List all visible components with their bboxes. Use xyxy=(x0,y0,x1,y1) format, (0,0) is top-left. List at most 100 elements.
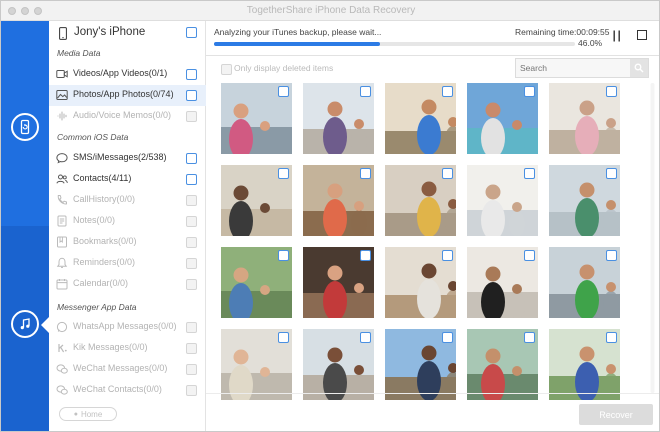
sidebar-item-label: Videos/App Videos(0/1) xyxy=(73,68,168,78)
photo-checkbox[interactable] xyxy=(524,168,535,179)
sidebar-item[interactable]: SMS/iMessages(2/538) xyxy=(49,148,206,169)
photo-checkbox[interactable] xyxy=(442,86,453,97)
photo-thumbnail[interactable] xyxy=(467,83,538,154)
photo-thumbnail[interactable] xyxy=(549,83,620,154)
notes-icon xyxy=(56,215,68,227)
photo-checkbox[interactable] xyxy=(524,332,535,343)
sidebar-item-checkbox[interactable] xyxy=(186,153,197,164)
progress-bar xyxy=(214,42,575,46)
sidebar-item[interactable]: Photos/App Photos(0/74) xyxy=(49,85,206,106)
photo-checkbox[interactable] xyxy=(278,250,289,261)
photo-checkbox[interactable] xyxy=(442,250,453,261)
search-input[interactable] xyxy=(516,59,630,77)
device-checkbox[interactable] xyxy=(186,27,197,38)
photo-checkbox[interactable] xyxy=(360,86,371,97)
sidebar-item[interactable]: Bookmarks(0/0) xyxy=(49,232,206,253)
photo-thumbnail[interactable] xyxy=(467,247,538,318)
calendar-icon xyxy=(56,278,68,290)
sidebar-item-checkbox[interactable] xyxy=(186,343,197,354)
search-button[interactable] xyxy=(630,59,648,77)
photo-thumbnail[interactable] xyxy=(221,247,292,318)
photo-thumbnail[interactable] xyxy=(467,165,538,236)
bookmark-icon xyxy=(56,236,68,248)
photo-checkbox[interactable] xyxy=(360,168,371,179)
photo-checkbox[interactable] xyxy=(606,332,617,343)
sidebar-item[interactable]: Contacts(4/11) xyxy=(49,169,206,190)
sidebar-item[interactable]: Reminders(0/0) xyxy=(49,253,206,274)
rail-device-recovery[interactable] xyxy=(1,21,49,226)
rail-itunes-recovery[interactable] xyxy=(1,226,49,431)
sidebar-item-checkbox[interactable] xyxy=(186,174,197,185)
search-box xyxy=(515,58,649,78)
sidebar-item[interactable]: Videos/App Videos(0/1) xyxy=(49,64,206,85)
sidebar-item-checkbox[interactable] xyxy=(186,279,197,290)
sidebar-item[interactable]: Kik Messages(0/0) xyxy=(49,338,206,359)
sidebar-item[interactable]: CallHistory(0/0) xyxy=(49,190,206,211)
photo-thumbnail[interactable] xyxy=(303,165,374,236)
sidebar-item-checkbox[interactable] xyxy=(186,385,197,396)
deleted-only-checkbox[interactable] xyxy=(221,64,232,75)
photo-checkbox[interactable] xyxy=(278,86,289,97)
home-button[interactable]: ● Home xyxy=(59,407,117,421)
sidebar-item[interactable]: WeChat Messages(0/0) xyxy=(49,359,206,380)
photo-thumbnail[interactable] xyxy=(549,165,620,236)
contacts-icon xyxy=(56,173,68,185)
photo-checkbox[interactable] xyxy=(606,250,617,261)
photo-thumbnail[interactable] xyxy=(221,329,292,400)
home-icon: ● xyxy=(73,410,78,418)
progress-percent: 46.0% xyxy=(578,38,603,48)
sidebar-item-checkbox[interactable] xyxy=(186,216,197,227)
sidebar-item-checkbox[interactable] xyxy=(186,111,197,122)
photo-thumbnail[interactable] xyxy=(549,329,620,400)
sidebar-item[interactable]: WhatsApp Messages(0/0) xyxy=(49,317,206,338)
section-common-ios-data: Common iOS Data xyxy=(57,132,129,142)
sidebar-item-checkbox[interactable] xyxy=(186,195,197,206)
sidebar-item-checkbox[interactable] xyxy=(186,69,197,80)
section-media-data: Media Data xyxy=(57,48,101,58)
wechat-icon xyxy=(56,363,68,375)
photo-checkbox[interactable] xyxy=(278,332,289,343)
sidebar-item[interactable]: Audio/Voice Memos(0/0) xyxy=(49,106,206,127)
photo-thumbnail[interactable] xyxy=(385,83,456,154)
photo-checkbox[interactable] xyxy=(606,86,617,97)
sidebar-item[interactable]: Notes(0/0) xyxy=(49,211,206,232)
photo-thumbnail[interactable] xyxy=(467,329,538,400)
photo-checkbox[interactable] xyxy=(442,332,453,343)
photo-thumbnail[interactable] xyxy=(303,247,374,318)
sidebar-item-label: WhatsApp Messages(0/0) xyxy=(73,321,177,331)
sidebar-item[interactable]: Calendar(0/0) xyxy=(49,274,206,295)
photo-checkbox[interactable] xyxy=(524,250,535,261)
photo-thumbnail[interactable] xyxy=(221,83,292,154)
photo-thumbnail[interactable] xyxy=(303,329,374,400)
sidebar-item-checkbox[interactable] xyxy=(186,364,197,375)
whatsapp-icon xyxy=(56,321,68,333)
photo-thumbnail[interactable] xyxy=(303,83,374,154)
photo-checkbox[interactable] xyxy=(524,86,535,97)
photo-thumbnail[interactable] xyxy=(385,165,456,236)
photo-checkbox[interactable] xyxy=(360,332,371,343)
sidebar-item-label: Kik Messages(0/0) xyxy=(73,342,148,352)
search-icon xyxy=(634,63,644,73)
photo-checkbox[interactable] xyxy=(278,168,289,179)
photo-thumbnail[interactable] xyxy=(385,329,456,400)
sidebar-item-label: Photos/App Photos(0/74) xyxy=(73,89,174,99)
photo-checkbox[interactable] xyxy=(442,168,453,179)
sidebar-item-checkbox[interactable] xyxy=(186,237,197,248)
sidebar-item-checkbox[interactable] xyxy=(186,258,197,269)
photo-checkbox[interactable] xyxy=(360,250,371,261)
recover-button[interactable]: Recover xyxy=(579,404,653,425)
category-sidebar: Jony's iPhone Media Data Videos/App Vide… xyxy=(49,21,206,431)
sidebar-item-checkbox[interactable] xyxy=(186,322,197,333)
photo-thumbnail[interactable] xyxy=(549,247,620,318)
stop-icon[interactable] xyxy=(637,30,647,40)
photo-thumbnail[interactable] xyxy=(221,165,292,236)
sidebar-item[interactable]: WeChat Contacts(0/0) xyxy=(49,380,206,401)
photo-checkbox[interactable] xyxy=(606,168,617,179)
photo-grid-scrollbar[interactable] xyxy=(650,83,655,393)
sidebar-item-label: WeChat Contacts(0/0) xyxy=(73,384,162,394)
photo-thumbnail[interactable] xyxy=(385,247,456,318)
sidebar-item-checkbox[interactable] xyxy=(186,90,197,101)
device-header: Jony's iPhone xyxy=(49,21,206,45)
message-icon xyxy=(56,152,68,164)
pause-icon[interactable] xyxy=(612,29,622,42)
